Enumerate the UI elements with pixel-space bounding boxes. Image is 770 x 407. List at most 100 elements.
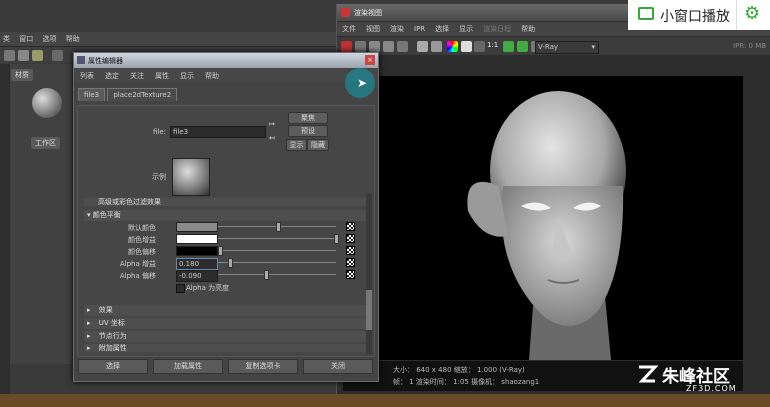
maya-menu-item[interactable]: 窗口 <box>19 34 33 44</box>
map-button-icon[interactable] <box>346 234 355 243</box>
renderer-dropdown[interactable]: V-Ray ▾ <box>535 41 599 54</box>
render-canvas[interactable] <box>343 76 743 360</box>
file-name-field[interactable]: file3 <box>170 126 266 138</box>
ae-menu-item[interactable]: 帮助 <box>205 71 219 81</box>
copy-tab-button[interactable]: 复制选项卡 <box>228 359 298 374</box>
collapsed-header[interactable]: 高级或彩色过滤效果 <box>84 198 366 206</box>
select-button[interactable]: 选择 <box>78 359 148 374</box>
alpha-is-luminance-checkbox[interactable] <box>176 284 185 293</box>
hide-button[interactable]: 隐藏 <box>307 139 329 151</box>
alpha-channel-icon[interactable] <box>461 41 472 52</box>
alpha-is-luminance-label: Alpha 为亮度 <box>186 284 230 292</box>
alpha-offset-slider[interactable] <box>218 274 336 275</box>
tool-icon[interactable] <box>52 50 63 61</box>
remove-image-icon[interactable] <box>431 41 442 52</box>
tab-place2dtexture2[interactable]: place2dTexture2 <box>107 88 178 101</box>
render-view-toolbar: 1:1 V-Ray ▾ IPR: 0 MB <box>337 37 770 55</box>
refresh-icon[interactable] <box>369 41 380 52</box>
color-offset-swatch[interactable] <box>176 246 218 256</box>
focus-button[interactable]: 聚焦 <box>288 112 328 124</box>
ae-menu-item[interactable]: 选定 <box>105 71 119 81</box>
maya-menu-item[interactable]: 帮助 <box>66 34 80 44</box>
app-icon <box>341 8 350 17</box>
hypershade-tab-materials[interactable]: 材质 <box>11 69 33 81</box>
rv-menu-item[interactable]: 文件 <box>342 24 356 34</box>
collapse-arrow-icon: ▸ <box>87 319 91 327</box>
ratio-label[interactable]: 1:1 <box>487 41 498 49</box>
map-button-icon[interactable] <box>346 222 355 231</box>
alpha-gain-field[interactable]: 0.180 <box>176 258 218 270</box>
slider-knob[interactable] <box>276 222 281 232</box>
section-node-behavior-label: 节点行为 <box>98 332 127 340</box>
arrow-in-icon[interactable]: ↤ <box>269 134 275 142</box>
maya-menu-item[interactable]: 选项 <box>42 34 56 44</box>
color-gain-swatch[interactable] <box>176 234 218 244</box>
rv-menu-item[interactable]: 帮助 <box>521 24 535 34</box>
map-button-icon[interactable] <box>346 246 355 255</box>
tool-icon[interactable] <box>4 50 15 61</box>
slider-knob[interactable] <box>228 258 233 268</box>
chevron-down-icon: ▾ <box>591 43 595 51</box>
map-button-icon[interactable] <box>346 270 355 279</box>
region-icon[interactable] <box>397 41 408 52</box>
preset-button[interactable]: 预设 <box>288 125 328 137</box>
section-color-balance[interactable]: ▾ 颜色平衡 <box>84 210 366 221</box>
mouse-cursor-icon: ➤ <box>357 76 368 90</box>
section-color-balance-label: 颜色平衡 <box>92 211 121 219</box>
ae-menu-item[interactable]: 显示 <box>180 71 194 81</box>
ae-menu-item[interactable]: 属性 <box>155 71 169 81</box>
scrollbar-thumb[interactable] <box>366 290 372 330</box>
scrollbar[interactable] <box>366 194 372 354</box>
color-offset-slider[interactable] <box>218 250 336 251</box>
close-icon[interactable]: × <box>365 55 375 65</box>
tab-file3[interactable]: file3 <box>78 88 106 101</box>
alpha-gain-label: Alpha 增益 <box>119 260 156 268</box>
tool-icon[interactable] <box>18 50 29 61</box>
rv-menu-item[interactable]: 显示 <box>459 24 473 34</box>
alpha-offset-field[interactable]: -0.090 <box>176 270 218 282</box>
checkbox-icon[interactable] <box>503 41 514 52</box>
ae-menu-item[interactable]: 列表 <box>80 71 94 81</box>
alpha-gain-slider[interactable] <box>218 262 336 263</box>
rv-menu-item[interactable]: 选择 <box>435 24 449 34</box>
section-effects[interactable]: ▸ 效果 <box>84 305 366 316</box>
mini-window-play-label[interactable]: 小窗口播放 <box>660 6 730 26</box>
color-channels-icon[interactable] <box>447 41 458 52</box>
ae-menu-item[interactable]: 关注 <box>130 71 144 81</box>
rv-menu-item[interactable]: 渲染 <box>390 24 404 34</box>
collapse-arrow-icon: ▸ <box>87 344 91 352</box>
section-extra-attrs[interactable]: ▸ 附加属性 <box>84 344 366 352</box>
tool-icon[interactable] <box>32 50 43 61</box>
sample-label: 示例 <box>152 173 166 181</box>
hypershade-tab-work-area[interactable]: 工作区 <box>31 137 60 149</box>
keep-image-icon[interactable] <box>417 41 428 52</box>
snapshot-icon[interactable] <box>383 41 394 52</box>
attribute-editor-title: 属性编辑器 <box>88 57 123 65</box>
rv-menu-item[interactable]: 视图 <box>366 24 380 34</box>
attribute-editor-window: 属性编辑器 × 列表 选定 关注 属性 显示 帮助 file3 place2dTextur… <box>73 52 379 382</box>
arrow-out-icon[interactable]: ↦ <box>269 120 275 128</box>
load-attributes-button[interactable]: 加载属性 <box>153 359 223 374</box>
default-color-swatch[interactable] <box>176 222 218 232</box>
material-swatch[interactable] <box>32 88 62 118</box>
rv-menu-item[interactable]: 渲染日程 <box>483 24 511 34</box>
tv-icon[interactable] <box>638 7 654 20</box>
slider-knob[interactable] <box>218 246 223 256</box>
show-button[interactable]: 显示 <box>286 139 307 151</box>
ipr-icon[interactable] <box>355 41 366 52</box>
map-button-icon[interactable] <box>346 258 355 267</box>
section-uv-label: UV 坐标 <box>98 319 125 327</box>
rv-menu-item[interactable]: IPR <box>414 25 425 33</box>
gear-icon[interactable]: ⚙ <box>744 3 760 24</box>
checkbox-icon[interactable] <box>517 41 528 52</box>
color-gain-slider[interactable] <box>218 238 336 239</box>
slider-knob[interactable] <box>264 270 269 280</box>
render-icon[interactable] <box>341 41 352 52</box>
slider-knob[interactable] <box>334 234 339 244</box>
section-uv-coords[interactable]: ▸ UV 坐标 <box>84 318 366 329</box>
close-button[interactable]: 关闭 <box>303 359 373 374</box>
maya-menu-item[interactable]: 类 <box>3 34 10 44</box>
luminance-icon[interactable] <box>474 41 485 52</box>
default-color-label: 默认颜色 <box>128 224 156 232</box>
section-node-behavior[interactable]: ▸ 节点行为 <box>84 331 366 342</box>
